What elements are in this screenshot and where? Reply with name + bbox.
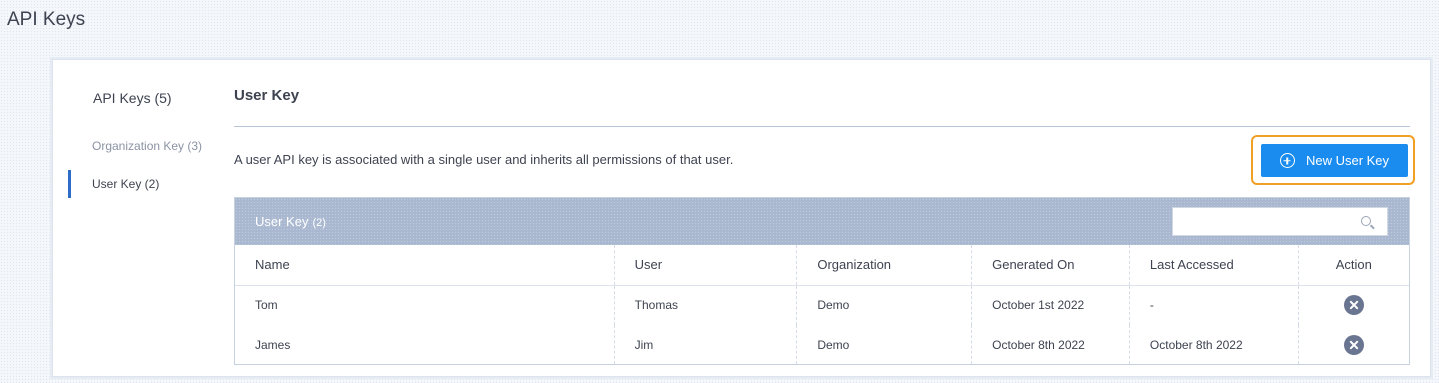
- sidebar-title: API Keys (5): [93, 90, 172, 106]
- page-title: API Keys: [7, 9, 86, 30]
- cell-name: Tom: [255, 298, 278, 313]
- new-user-key-button[interactable]: New User Key: [1261, 144, 1408, 177]
- cell-generated-on: October 8th 2022: [971, 325, 1130, 364]
- sidebar-item-organization-key[interactable]: Organization Key (3): [68, 132, 213, 160]
- table-header-bar: User Key (2): [235, 198, 1409, 245]
- column-header-name[interactable]: Name: [235, 245, 615, 286]
- section-title: User Key: [234, 87, 300, 104]
- user-key-table: User Key (2) Name User Organization Gener…: [234, 197, 1410, 365]
- plus-circle-icon: [1279, 153, 1295, 168]
- cell-user: Jim: [613, 325, 797, 364]
- cell-generated-on: October 1st 2022: [971, 285, 1130, 325]
- table-header-row: Name User Organization Generated On Last…: [235, 245, 1409, 286]
- table-row: Tom Thomas Demo October 1st 2022 -: [235, 285, 1409, 325]
- column-header-generated-on[interactable]: Generated On: [971, 245, 1130, 286]
- cell-last-accessed: -: [1128, 285, 1299, 325]
- search-input[interactable]: [1173, 208, 1353, 235]
- delete-icon[interactable]: [1343, 295, 1364, 316]
- api-keys-card: API Keys (5) Organization Key (3) User K…: [52, 59, 1431, 377]
- new-user-key-highlight: New User Key: [1251, 135, 1415, 185]
- cell-last-accessed: October 8th 2022: [1128, 325, 1299, 364]
- search-icon[interactable]: [1361, 216, 1371, 226]
- section-divider: [234, 126, 1410, 127]
- section-description: A user API key is associated with a sing…: [234, 152, 734, 167]
- keys-grid: Name User Organization Generated On Last…: [235, 245, 1409, 364]
- cell-action: [1297, 285, 1409, 325]
- new-user-key-label: New User Key: [1305, 153, 1390, 168]
- cell-organization: Demo: [796, 325, 972, 364]
- cell-user: Thomas: [613, 285, 797, 325]
- column-header-action: Action: [1297, 245, 1409, 286]
- cell-organization: Demo: [796, 285, 972, 325]
- table-title-label: User Key: [255, 214, 309, 229]
- table-title: User Key (2): [255, 214, 326, 229]
- table-search: [1172, 207, 1388, 236]
- table-count: (2): [312, 217, 326, 229]
- column-header-last-accessed[interactable]: Last Accessed: [1128, 245, 1299, 286]
- column-header-organization[interactable]: Organization: [796, 245, 972, 286]
- cell-action: [1297, 325, 1409, 364]
- sidebar-item-user-key[interactable]: User Key (2): [68, 170, 213, 198]
- delete-icon[interactable]: [1343, 334, 1364, 355]
- cell-name: James: [255, 337, 291, 352]
- column-header-user[interactable]: User: [613, 245, 797, 286]
- table-row: James Jim Demo October 8th 2022 October …: [235, 325, 1409, 364]
